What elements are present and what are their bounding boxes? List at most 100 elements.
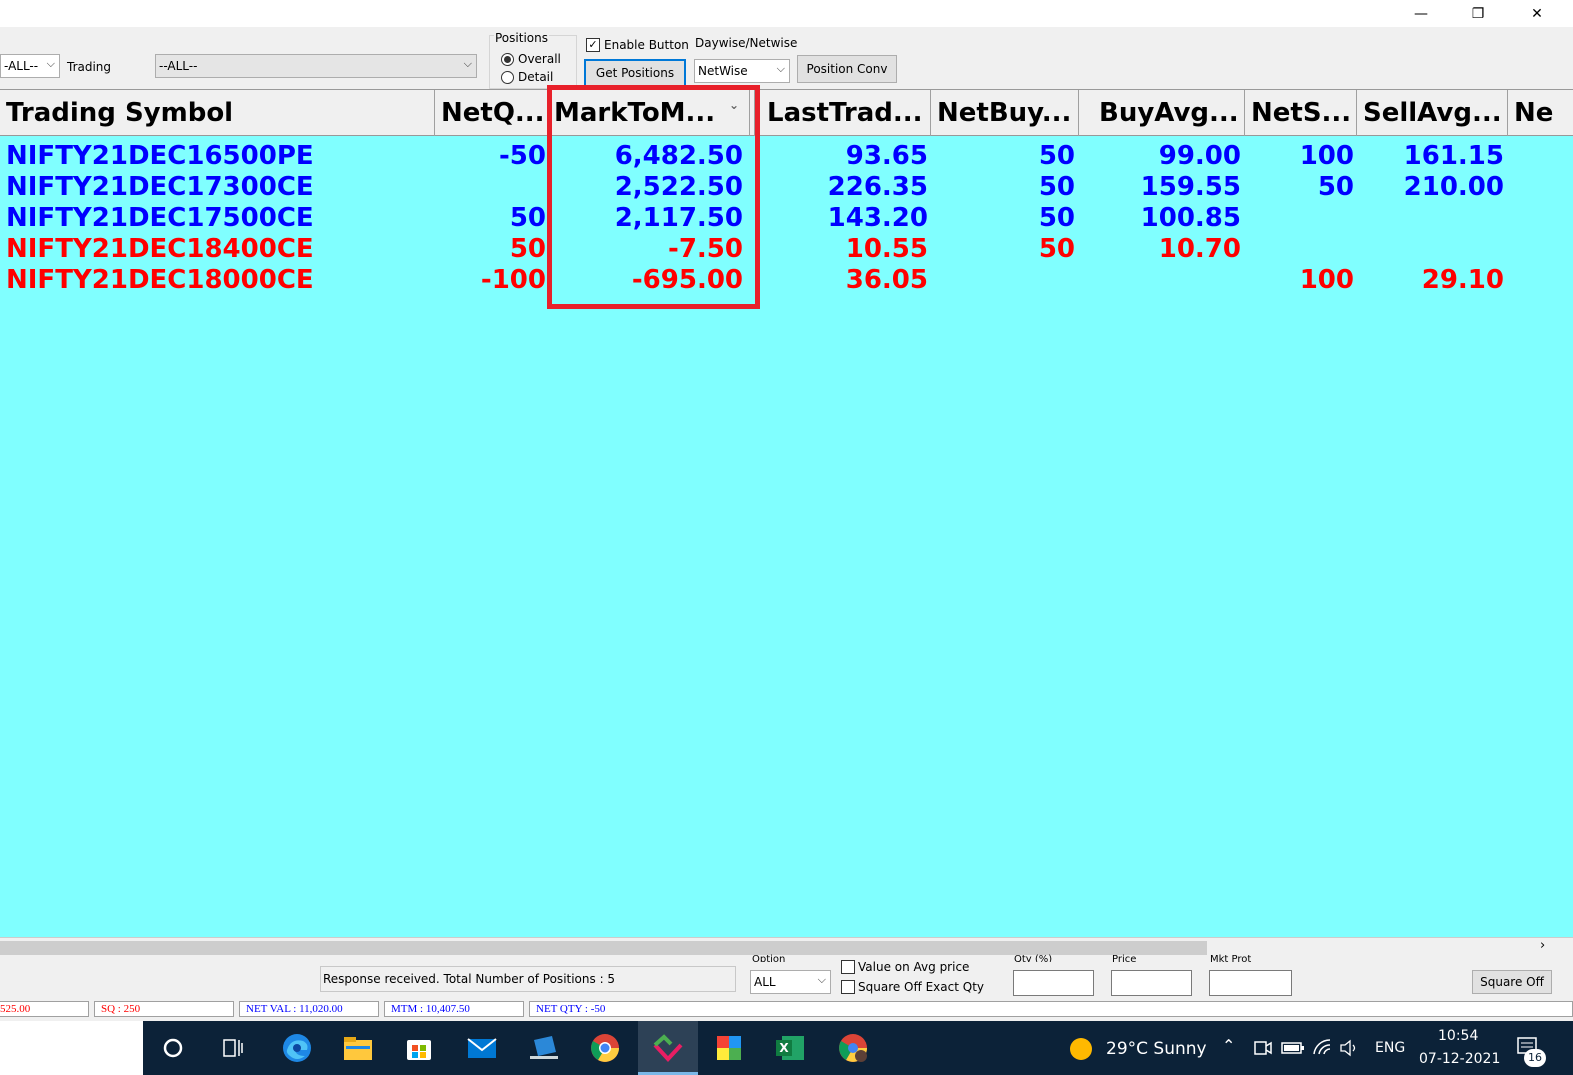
get-positions-button[interactable]: Get Positions [584, 59, 686, 87]
cell-net-more [1508, 265, 1573, 296]
minimize-button[interactable]: — [1398, 0, 1444, 27]
response-status-text: Response received. Total Number of Posit… [320, 966, 736, 992]
col-trading-symbol[interactable]: Trading Symbol [0, 90, 435, 136]
task-view-icon[interactable] [216, 1031, 250, 1065]
cell-buy-avg: 159.55 [1140, 172, 1241, 202]
cell-last-traded: 226.35 [827, 172, 928, 202]
battery-icon[interactable] [1281, 1040, 1305, 1060]
status-net-qty: NET QTY : -50 [529, 1001, 1573, 1017]
col-buy-avg[interactable]: BuyAvg... [1079, 90, 1245, 136]
square-off-exact-checkbox[interactable]: Square Off Exact Qty [841, 980, 984, 994]
square-off-exact-label: Square Off Exact Qty [858, 980, 984, 994]
detail-label: Detail [518, 70, 554, 84]
detail-radio[interactable]: Detail [501, 70, 553, 84]
cell-net-more [1508, 141, 1573, 172]
file-explorer-icon[interactable] [341, 1031, 375, 1065]
cell-mtm: -695.00 [631, 265, 743, 295]
chevron-up-icon[interactable]: ⌃ [1222, 1036, 1235, 1055]
cell-net-more [1508, 172, 1573, 203]
radio-unselected-icon [501, 70, 514, 84]
chevron-right-icon[interactable]: › [1540, 938, 1545, 953]
excel-icon[interactable]: X [773, 1031, 807, 1065]
cell-buy-avg: 100.85 [1140, 203, 1241, 233]
col-net-sell[interactable]: NetS... [1245, 90, 1357, 136]
cell-mtm: 2,117.50 [614, 203, 743, 233]
wifi-icon[interactable] [1312, 1038, 1334, 1060]
taskbar-left-gap [0, 1021, 143, 1075]
cell-symbol: NIFTY21DEC18400CE [6, 234, 314, 264]
cell-mtm: 2,522.50 [614, 172, 743, 202]
position-conv-button[interactable]: Position Conv [797, 55, 897, 83]
restore-button[interactable]: ❐ [1455, 0, 1501, 27]
horizontal-scrollbar[interactable]: › [0, 937, 1573, 957]
trading-combo[interactable]: --ALL-- ⌵ [155, 54, 477, 78]
option-value: ALL [754, 975, 776, 989]
sort-arrow-icon: ⌄ [728, 98, 739, 112]
col-last-traded[interactable]: LastTrad... [755, 90, 931, 136]
chevron-down-icon: ⌵ [463, 57, 472, 70]
square-off-button[interactable]: Square Off [1472, 970, 1552, 994]
positions-grid[interactable]: Trading Symbol NetQ... MarkToM... ⌄ Last… [0, 89, 1573, 937]
checkmark-icon: ✓ [586, 38, 600, 52]
scrollbar-thumb[interactable] [0, 941, 1207, 955]
cell-net-sell: 50 [1317, 172, 1354, 202]
value-on-avg-checkbox[interactable]: Value on Avg price [841, 960, 969, 974]
chrome-icon[interactable] [588, 1031, 622, 1065]
mkt-prot-input[interactable] [1209, 970, 1292, 996]
language-indicator[interactable]: ENG [1375, 1040, 1405, 1056]
col-net-qty[interactable]: NetQ... [435, 90, 548, 136]
store-icon[interactable] [402, 1031, 436, 1065]
cell-sell-avg: 210.00 [1403, 172, 1504, 202]
chevron-down-icon: ⌵ [817, 973, 826, 986]
volume-icon[interactable] [1339, 1039, 1361, 1061]
price-input[interactable] [1111, 970, 1192, 996]
exchange-filter-combo[interactable]: -ALL-- ⌵ [0, 54, 60, 78]
trading-label: Trading [67, 60, 112, 74]
netwise-combo[interactable]: NetWise ⌵ [694, 59, 790, 83]
weather-sun-icon[interactable] [1068, 1036, 1094, 1066]
meet-now-icon[interactable] [1253, 1039, 1273, 1061]
cell-net-more [1508, 234, 1573, 265]
enable-button-checkbox[interactable]: ✓ Enable Button [586, 38, 689, 52]
cell-net-sell [1245, 234, 1354, 265]
table-row[interactable]: NIFTY21DEC18400CE 50 -7.50 10.55 50 10.70 [0, 234, 1573, 265]
mail-icon[interactable] [465, 1031, 499, 1065]
table-row[interactable]: NIFTY21DEC17300CE 2,522.50 226.35 50 159.55 5… [0, 172, 1573, 203]
clock-time[interactable]: 10:54 [1438, 1028, 1478, 1044]
col-mark-to-market[interactable]: MarkToM... ⌄ [548, 90, 750, 136]
option-combo[interactable]: ALL ⌵ [750, 970, 831, 994]
colorful-app-icon[interactable] [712, 1031, 746, 1065]
laptop-app-icon[interactable] [527, 1031, 561, 1065]
clock-date[interactable]: 07-12-2021 [1419, 1051, 1500, 1067]
col-net-buy[interactable]: NetBuy... [931, 90, 1079, 136]
cell-net-sell [1245, 203, 1354, 234]
checkbox-empty-icon [841, 980, 855, 994]
overall-radio[interactable]: Overall [501, 52, 561, 66]
close-button[interactable]: ✕ [1514, 0, 1560, 27]
table-row[interactable]: NIFTY21DEC18000CE -100 -695.00 36.05 100 29.1… [0, 265, 1573, 296]
col-mark-to-market-label: MarkToM... [554, 98, 716, 128]
qty-input[interactable] [1013, 970, 1094, 996]
search-circle-icon[interactable] [156, 1031, 190, 1065]
cell-net-buy: 50 [1038, 141, 1075, 171]
cell-buy-avg [1079, 265, 1241, 296]
cell-last-traded: 93.65 [845, 141, 928, 171]
checkbox-empty-icon [841, 960, 855, 974]
table-row[interactable]: NIFTY21DEC16500PE -50 6,482.50 93.65 50 99.00… [0, 141, 1573, 172]
option-label: Option [752, 954, 786, 962]
cell-last-traded: 143.20 [827, 203, 928, 233]
cell-net-qty: 50 [509, 203, 546, 233]
col-net-more[interactable]: Ne [1508, 90, 1573, 136]
trading-terminal-icon[interactable] [651, 1031, 685, 1065]
col-sell-avg[interactable]: SellAvg... [1357, 90, 1508, 136]
cell-net-buy: 50 [1038, 234, 1075, 264]
table-row[interactable]: NIFTY21DEC17500CE 50 2,117.50 143.20 50 100.8… [0, 203, 1573, 234]
edge-browser-icon[interactable] [280, 1031, 314, 1065]
weather-text[interactable]: 29°C Sunny [1106, 1039, 1207, 1059]
cell-sell-avg [1357, 234, 1504, 265]
cell-buy-avg: 10.70 [1158, 234, 1241, 264]
chrome-profile-icon[interactable] [836, 1031, 870, 1065]
value-on-avg-label: Value on Avg price [858, 960, 970, 974]
daywise-netwise-label: Daywise/Netwise [695, 36, 798, 50]
mkt-prot-label: Mkt Prot [1210, 954, 1252, 962]
